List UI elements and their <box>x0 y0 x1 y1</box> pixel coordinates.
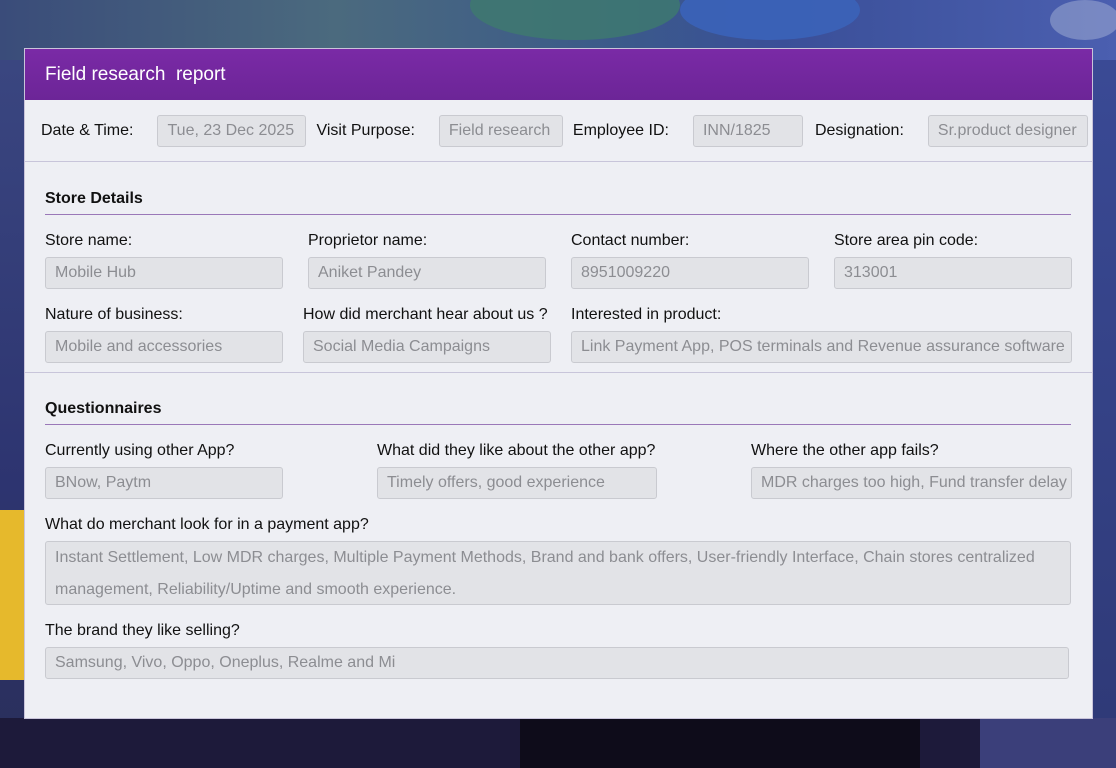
visit-info-bar: Date & Time: Tue, 23 Dec 2025 Visit Purp… <box>25 100 1092 162</box>
store-details-divider <box>45 214 1071 215</box>
other-app-label: Currently using other App? <box>45 442 235 459</box>
store-name-label: Store name: <box>45 232 133 249</box>
pin-code-label: Store area pin code: <box>834 232 979 249</box>
interested-product-label: Interested in product: <box>571 306 722 323</box>
date-time-label: Date & Time: <box>41 121 134 139</box>
designation-field[interactable]: Sr.product designer <box>927 114 1088 147</box>
app-fails-field[interactable]: MDR charges too high, Fund transfer dela… <box>751 467 1072 499</box>
brand-field[interactable]: Samsung, Vivo, Oppo, Oneplus, Realme and… <box>45 647 1069 679</box>
look-for-field[interactable]: Instant Settlement, Low MDR charges, Mul… <box>45 541 1071 605</box>
contact-number-label: Contact number: <box>571 232 690 249</box>
designation-label: Designation: <box>814 121 904 139</box>
app-fails-label: Where the other app fails? <box>751 442 939 459</box>
proprietor-name-label: Proprietor name: <box>308 232 428 249</box>
visit-purpose-field[interactable]: Field research <box>438 114 563 147</box>
hear-about-us-label: How did merchant hear about us ? <box>303 306 548 323</box>
questionnaires-divider <box>45 424 1071 425</box>
liked-about-app-field[interactable]: Timely offers, good experience <box>377 467 657 499</box>
pin-code-field[interactable]: 313001 <box>834 257 1072 289</box>
section-divider <box>25 372 1092 373</box>
interested-product-field[interactable]: Link Payment App, POS terminals and Reve… <box>571 331 1072 363</box>
proprietor-name-field[interactable]: Aniket Pandey <box>308 257 546 289</box>
nature-of-business-label: Nature of business: <box>45 306 183 323</box>
brand-label: The brand they like selling? <box>45 622 240 639</box>
date-time-field[interactable]: Tue, 23 Dec 2025 <box>157 114 307 147</box>
visit-purpose-label: Visit Purpose: <box>316 121 415 139</box>
other-app-field[interactable]: BNow, Paytm <box>45 467 283 499</box>
employee-id-label: Employee ID: <box>572 121 669 139</box>
report-panel: Field research report Date & Time: Tue, … <box>25 49 1092 718</box>
hear-about-us-field[interactable]: Social Media Campaigns <box>303 331 551 363</box>
contact-number-field[interactable]: 8951009220 <box>571 257 809 289</box>
employee-id-field[interactable]: INN/1825 <box>692 114 803 147</box>
report-title: Field research report <box>45 63 226 85</box>
store-details-title: Store Details <box>45 190 143 207</box>
questionnaires-title: Questionnaires <box>45 400 162 417</box>
look-for-label: What do merchant look for in a payment a… <box>45 516 369 533</box>
report-header: Field research report <box>25 49 1092 100</box>
liked-about-app-label: What did they like about the other app? <box>377 442 656 459</box>
store-name-field[interactable]: Mobile Hub <box>45 257 283 289</box>
nature-of-business-field[interactable]: Mobile and accessories <box>45 331 283 363</box>
